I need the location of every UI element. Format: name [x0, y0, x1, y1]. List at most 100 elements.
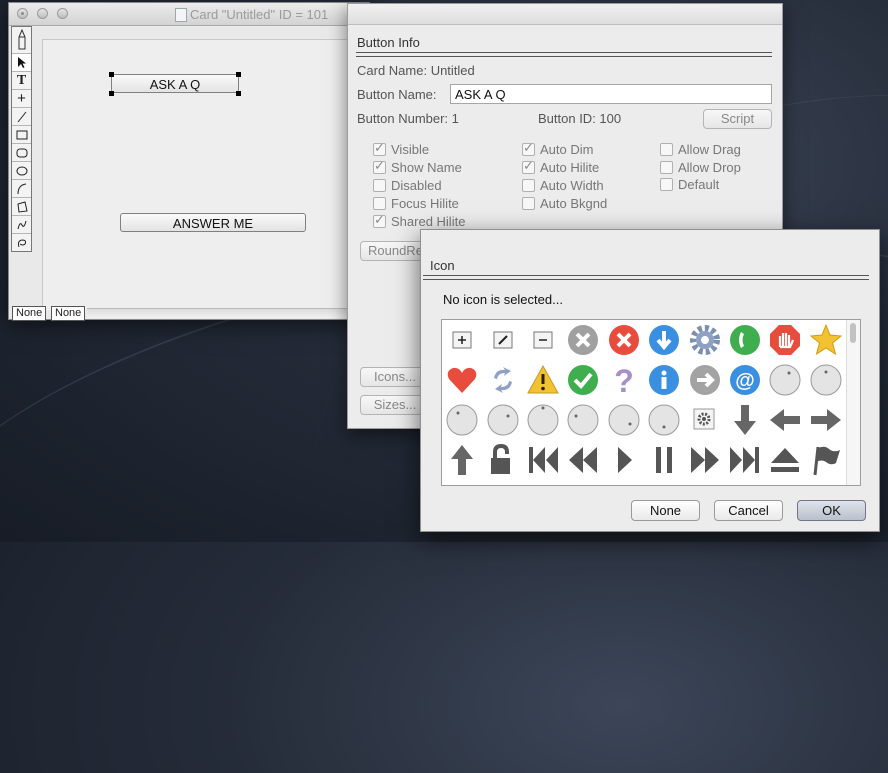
rectangle-tool[interactable]	[12, 126, 31, 144]
forward-arrow-icon	[689, 365, 720, 395]
checkbox-box	[522, 197, 535, 210]
icon-cell[interactable]	[765, 360, 805, 400]
icon-cell[interactable]	[684, 440, 724, 480]
horizontal-scrollbar[interactable]	[87, 308, 369, 318]
pause-icon	[656, 447, 673, 473]
icon-cell[interactable]	[482, 440, 522, 480]
checkbox-box	[373, 179, 386, 192]
shared-hilite-checkbox[interactable]: Shared Hilite	[373, 212, 465, 229]
icon-grid-scrollbar[interactable]	[846, 320, 860, 485]
icon-cell[interactable]	[644, 440, 684, 480]
auto-hilite-checkbox[interactable]: Auto Hilite	[522, 158, 599, 175]
checkbox-box	[373, 212, 386, 228]
focus-hilite-checkbox[interactable]: Focus Hilite	[373, 196, 459, 211]
icon-cell[interactable]	[806, 320, 846, 360]
ask-a-q-button[interactable]: ASK A Q	[111, 74, 239, 93]
card-window-titlebar[interactable]: Card "Untitled" ID = 101	[9, 3, 369, 26]
icon-cell[interactable]	[604, 320, 644, 360]
icon-cell[interactable]	[725, 440, 765, 480]
scrollbar-thumb[interactable]	[850, 323, 856, 343]
question-icon: ?	[614, 363, 634, 397]
icon-cell[interactable]	[442, 400, 482, 440]
icon-cell[interactable]	[523, 440, 563, 480]
default-checkbox[interactable]: Default	[660, 177, 719, 192]
icon-cell[interactable]	[604, 400, 644, 440]
icon-cell[interactable]	[684, 360, 724, 400]
line-tool[interactable]	[12, 108, 31, 126]
selection-handle[interactable]	[109, 91, 114, 96]
icon-cell[interactable]	[644, 400, 684, 440]
icon-cell[interactable]	[563, 440, 603, 480]
arrow-tool[interactable]	[12, 54, 31, 72]
button-name-field[interactable]: ASK A Q	[450, 84, 772, 104]
minimize-window-button[interactable]	[37, 8, 48, 19]
selection-handle[interactable]	[236, 72, 241, 77]
icon-cell[interactable]	[563, 320, 603, 360]
checkbox-box	[373, 197, 386, 210]
button-info-titlebar[interactable]	[348, 4, 782, 25]
auto-dim-checkbox[interactable]: Auto Dim	[522, 140, 593, 157]
answer-me-button[interactable]: ANSWER ME	[120, 213, 306, 232]
script-button[interactable]: Script	[703, 109, 772, 129]
oval-tool[interactable]	[12, 162, 31, 180]
icon-cell[interactable]	[684, 320, 724, 360]
icon-cell[interactable]	[765, 400, 805, 440]
lasso-tool[interactable]	[12, 234, 31, 251]
selection-handle[interactable]	[109, 72, 114, 77]
icon-cell[interactable]	[806, 360, 846, 400]
zoom-window-button[interactable]	[57, 8, 68, 19]
icon-cell[interactable]	[482, 360, 522, 400]
checkbox-label: Disabled	[391, 178, 442, 193]
icon-cell[interactable]	[442, 360, 482, 400]
pencil-tool[interactable]	[12, 27, 31, 54]
icon-cell[interactable]: @	[725, 360, 765, 400]
curve-tool[interactable]	[12, 180, 31, 198]
blank-sphere-icon	[608, 404, 640, 436]
icon-cell[interactable]	[442, 440, 482, 480]
icon-cell[interactable]	[604, 440, 644, 480]
auto-bkgnd-checkbox[interactable]: Auto Bkgnd	[522, 196, 607, 211]
warning-icon	[527, 364, 559, 394]
ok-button[interactable]: OK	[797, 500, 866, 521]
crosshair-tool[interactable]: +	[12, 90, 31, 108]
icon-cell[interactable]	[482, 400, 522, 440]
icon-cell[interactable]	[563, 400, 603, 440]
icon-cell[interactable]	[523, 360, 563, 400]
selection-handle[interactable]	[236, 91, 241, 96]
icon-cell[interactable]	[644, 320, 684, 360]
icon-cell[interactable]	[482, 320, 522, 360]
none-button[interactable]: None	[631, 500, 700, 521]
visible-checkbox[interactable]: Visible	[373, 140, 429, 157]
icon-cell[interactable]	[684, 400, 724, 440]
auto-width-checkbox[interactable]: Auto Width	[522, 178, 604, 193]
icon-cell[interactable]	[563, 360, 603, 400]
disabled-checkbox[interactable]: Disabled	[373, 178, 442, 193]
round-rect-tool[interactable]	[12, 144, 31, 162]
allow-drop-checkbox[interactable]: Allow Drop	[660, 160, 741, 175]
icon-cell[interactable]	[806, 400, 846, 440]
cancel-button[interactable]: Cancel	[714, 500, 783, 521]
icon-cell[interactable]: ?	[604, 360, 644, 400]
checkbox-box	[522, 140, 535, 156]
star-icon	[809, 323, 842, 356]
icon-cell[interactable]	[765, 440, 805, 480]
blank-sphere-icon	[769, 364, 801, 396]
close-window-button[interactable]	[17, 8, 28, 19]
icon-cell[interactable]	[644, 360, 684, 400]
heading-divider	[423, 275, 869, 280]
polygon-icon	[16, 200, 28, 213]
text-tool[interactable]: T	[12, 72, 31, 90]
show-name-checkbox[interactable]: Show Name	[373, 158, 462, 175]
allow-drag-checkbox[interactable]: Allow Drag	[660, 142, 741, 157]
icon-cell[interactable]	[725, 400, 765, 440]
icon-cell[interactable]	[806, 440, 846, 480]
icon-cell[interactable]	[765, 320, 805, 360]
freehand-tool[interactable]	[12, 216, 31, 234]
icon-cell[interactable]	[442, 320, 482, 360]
polygon-tool[interactable]	[12, 198, 31, 216]
checkbox-box	[522, 179, 535, 192]
icon-cell[interactable]	[725, 320, 765, 360]
checkbox-label: Default	[678, 177, 720, 192]
icon-cell[interactable]	[523, 320, 563, 360]
icon-cell[interactable]	[523, 400, 563, 440]
